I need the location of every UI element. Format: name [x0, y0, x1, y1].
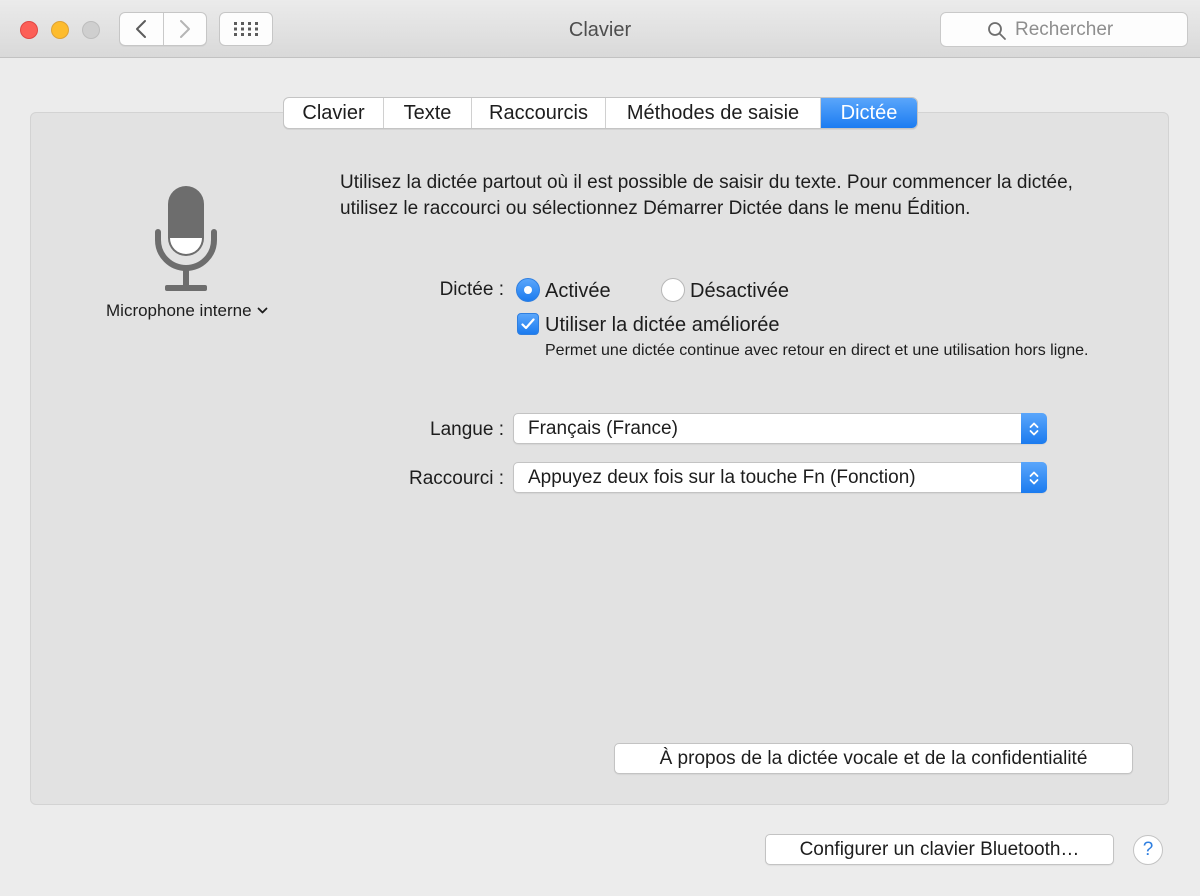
shortcut-label: Raccourci : — [408, 468, 504, 489]
search-icon — [988, 22, 1006, 40]
tab-raccourcis[interactable]: Raccourcis — [471, 98, 605, 128]
microphone-source-label: Microphone interne — [106, 301, 252, 320]
tab-bar: Clavier Texte Raccourcis Méthodes de sai… — [283, 97, 918, 129]
dictation-intro-text: Utilisez la dictée partout où il est pos… — [340, 172, 1073, 219]
dictation-off-radio[interactable] — [661, 278, 685, 302]
dictation-label: Dictée : — [439, 279, 504, 300]
microphone-source-menu[interactable]: Microphone interne — [106, 301, 268, 321]
enhanced-dictation-description: Permet une dictée continue avec retour e… — [545, 342, 1089, 359]
dictation-on-radio[interactable] — [516, 278, 540, 302]
language-popup[interactable]: Français (France) — [513, 413, 1047, 444]
enhanced-dictation-label: Utiliser la dictée améliorée — [545, 314, 780, 336]
microphone-icon — [155, 186, 217, 291]
dictation-off-label: Désactivée — [690, 280, 789, 302]
tab-methodes-de-saisie[interactable]: Méthodes de saisie — [605, 98, 820, 128]
tab-dictee[interactable]: Dictée — [820, 98, 917, 128]
language-label: Langue : — [430, 419, 504, 440]
tab-texte[interactable]: Texte — [383, 98, 471, 128]
popup-arrows-icon — [1021, 462, 1047, 493]
shortcut-value: Appuyez deux fois sur la touche Fn (Fonc… — [528, 467, 916, 488]
shortcut-popup[interactable]: Appuyez deux fois sur la touche Fn (Fonc… — [513, 462, 1047, 493]
about-dictation-privacy-button[interactable]: À propos de la dictée vocale et de la co… — [614, 743, 1133, 774]
setup-bluetooth-keyboard-button[interactable]: Configurer un clavier Bluetooth… — [765, 834, 1114, 865]
chevron-down-icon — [257, 307, 267, 314]
title-bar: Clavier Rechercher — [0, 0, 1200, 58]
checkmark-icon — [521, 318, 535, 330]
popup-arrows-icon — [1021, 413, 1047, 444]
tab-clavier[interactable]: Clavier — [284, 98, 383, 128]
language-value: Français (France) — [528, 418, 678, 439]
search-field[interactable]: Rechercher — [940, 12, 1188, 47]
dictation-on-label: Activée — [545, 280, 611, 302]
enhanced-dictation-checkbox[interactable] — [517, 313, 539, 335]
help-button[interactable]: ? — [1133, 835, 1163, 865]
